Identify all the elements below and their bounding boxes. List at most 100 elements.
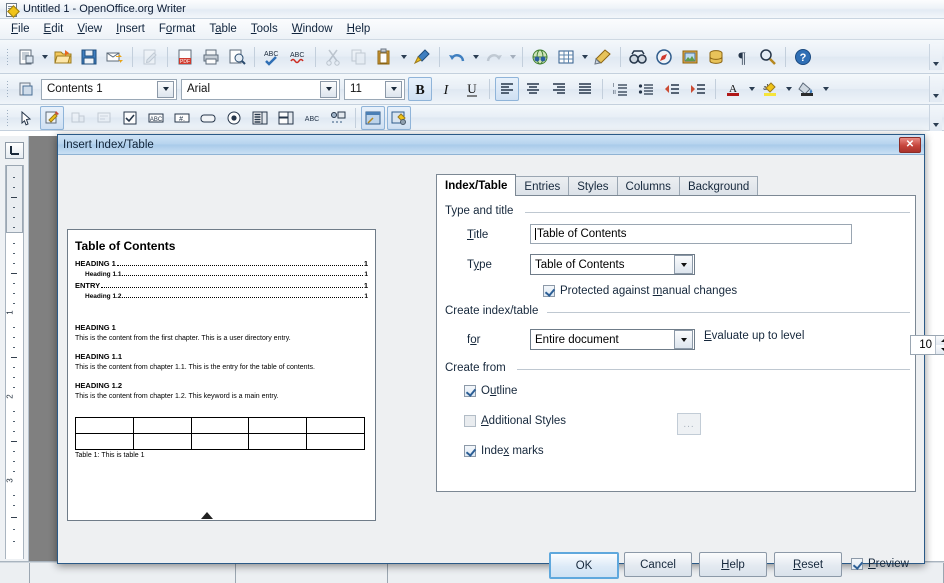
redo-icon[interactable] [482, 45, 506, 69]
font-color-dropdown[interactable] [746, 78, 757, 100]
form-wizards-icon[interactable] [387, 106, 411, 130]
help-icon[interactable]: ? [791, 45, 815, 69]
highlighting-icon[interactable]: ab [758, 77, 782, 101]
menu-item-format[interactable]: Format [152, 21, 202, 37]
clone-formatting-icon[interactable] [410, 45, 434, 69]
gallery-icon[interactable] [678, 45, 702, 69]
protected-against-changes-checkbox[interactable]: Protected against manual changes [543, 285, 737, 297]
font-size-combo[interactable]: 11 [344, 79, 405, 100]
copy-icon[interactable] [347, 45, 371, 69]
numbered-list-icon[interactable]: I II [608, 77, 632, 101]
undo-icon[interactable] [445, 45, 469, 69]
reset-button[interactable]: Reset [774, 552, 842, 577]
font-color-icon[interactable]: A [721, 77, 745, 101]
find-replace-icon[interactable] [626, 45, 650, 69]
apply-style-combo[interactable]: Contents 1 [41, 79, 177, 100]
tab-columns[interactable]: Columns [617, 176, 680, 196]
new-document-icon[interactable] [14, 45, 38, 69]
help-button[interactable]: Help [699, 552, 767, 577]
styles-and-formatting-icon[interactable] [14, 77, 38, 101]
design-mode-icon[interactable] [40, 106, 64, 130]
hyperlink-icon[interactable] [528, 45, 552, 69]
form-navigator-icon[interactable] [361, 106, 385, 130]
index-scope-select[interactable]: Entire document [530, 329, 695, 350]
ok-button[interactable]: OK [549, 552, 619, 579]
outline-checkbox[interactable]: Outline [464, 385, 517, 397]
list-box-icon[interactable] [248, 106, 272, 130]
select-cursor-icon[interactable] [14, 106, 38, 130]
spinner-up-icon[interactable] [936, 336, 944, 345]
print-icon[interactable] [199, 45, 223, 69]
edit-file-icon[interactable] [138, 45, 162, 69]
formatting-toolbar-overflow[interactable] [929, 76, 942, 102]
index-type-select[interactable]: Table of Contents [530, 254, 695, 275]
table-icon[interactable] [554, 45, 578, 69]
spelling-check-icon[interactable]: ABC [260, 45, 284, 69]
align-center-icon[interactable] [521, 77, 545, 101]
toolbar-grip[interactable] [4, 79, 11, 99]
open-folder-icon[interactable] [51, 45, 75, 69]
bold-icon[interactable]: B [408, 77, 432, 101]
draw-functions-icon[interactable] [591, 45, 615, 69]
menu-item-window[interactable]: Window [285, 21, 340, 37]
preview-checkbox[interactable]: Preview [851, 558, 909, 570]
vertical-ruler[interactable]: 1 2 3 [5, 165, 24, 559]
underline-icon[interactable]: U [460, 77, 484, 101]
toolbar-grip[interactable] [4, 108, 11, 128]
data-sources-icon[interactable] [704, 45, 728, 69]
align-left-icon[interactable] [495, 77, 519, 101]
dialog-title-bar[interactable]: Insert Index/Table ✕ [58, 135, 924, 155]
zoom-icon[interactable] [756, 45, 780, 69]
menu-item-view[interactable]: View [70, 21, 109, 37]
menu-item-tools[interactable]: Tools [244, 21, 285, 37]
label-field-icon[interactable]: ABC [144, 106, 168, 130]
control-properties-icon[interactable] [66, 106, 90, 130]
cut-icon[interactable] [321, 45, 345, 69]
apply-style-dropdown-button[interactable] [157, 81, 174, 98]
additional-styles-checkbox[interactable]: Additional Styles [464, 415, 566, 427]
font-name-dropdown-button[interactable] [320, 81, 337, 98]
menu-item-help[interactable]: Help [340, 21, 378, 37]
form-toolbar-overflow[interactable] [929, 105, 942, 131]
paste-icon[interactable] [373, 45, 397, 69]
undo-dropdown[interactable] [470, 46, 481, 68]
font-size-dropdown-button[interactable] [385, 81, 402, 98]
decrease-indent-icon[interactable] [660, 77, 684, 101]
menu-item-insert[interactable]: Insert [109, 21, 152, 37]
formatted-field-icon[interactable]: #. [170, 106, 194, 130]
paste-dropdown[interactable] [398, 46, 409, 68]
justified-icon[interactable] [573, 77, 597, 101]
menu-item-edit[interactable]: Edit [37, 21, 71, 37]
increase-indent-icon[interactable] [686, 77, 710, 101]
chevron-down-icon[interactable] [674, 330, 693, 349]
image-button-icon[interactable] [326, 106, 350, 130]
index-marks-checkbox[interactable]: Index marks [464, 445, 544, 457]
chevron-down-icon[interactable] [674, 255, 693, 274]
combo-box-icon[interactable] [274, 106, 298, 130]
tab-styles[interactable]: Styles [568, 176, 617, 196]
tab-entries[interactable]: Entries [515, 176, 569, 196]
background-color-dropdown[interactable] [820, 78, 831, 100]
tab-background[interactable]: Background [679, 176, 758, 196]
close-icon[interactable]: ✕ [899, 137, 921, 153]
menu-item-table[interactable]: Table [202, 21, 244, 37]
italic-icon[interactable]: I [434, 77, 458, 101]
new-document-dropdown[interactable] [39, 46, 50, 68]
save-icon[interactable] [77, 45, 101, 69]
check-box-icon[interactable] [118, 106, 142, 130]
background-color-icon[interactable] [795, 77, 819, 101]
push-button-icon[interactable] [196, 106, 220, 130]
option-button-icon[interactable] [222, 106, 246, 130]
spinner-down-icon[interactable] [936, 345, 944, 354]
export-pdf-icon[interactable]: PDF [173, 45, 197, 69]
align-right-icon[interactable] [547, 77, 571, 101]
autospellcheck-icon[interactable]: ABC [286, 45, 310, 69]
formatting-marks-icon[interactable]: ¶ [730, 45, 754, 69]
font-name-combo[interactable]: Arial [181, 79, 340, 100]
cancel-button[interactable]: Cancel [624, 552, 692, 577]
redo-dropdown[interactable] [507, 46, 518, 68]
toolbar-grip[interactable] [4, 47, 11, 67]
table-dropdown[interactable] [579, 46, 590, 68]
additional-styles-browse-button[interactable]: ... [677, 413, 701, 435]
email-document-icon[interactable] [103, 45, 127, 69]
